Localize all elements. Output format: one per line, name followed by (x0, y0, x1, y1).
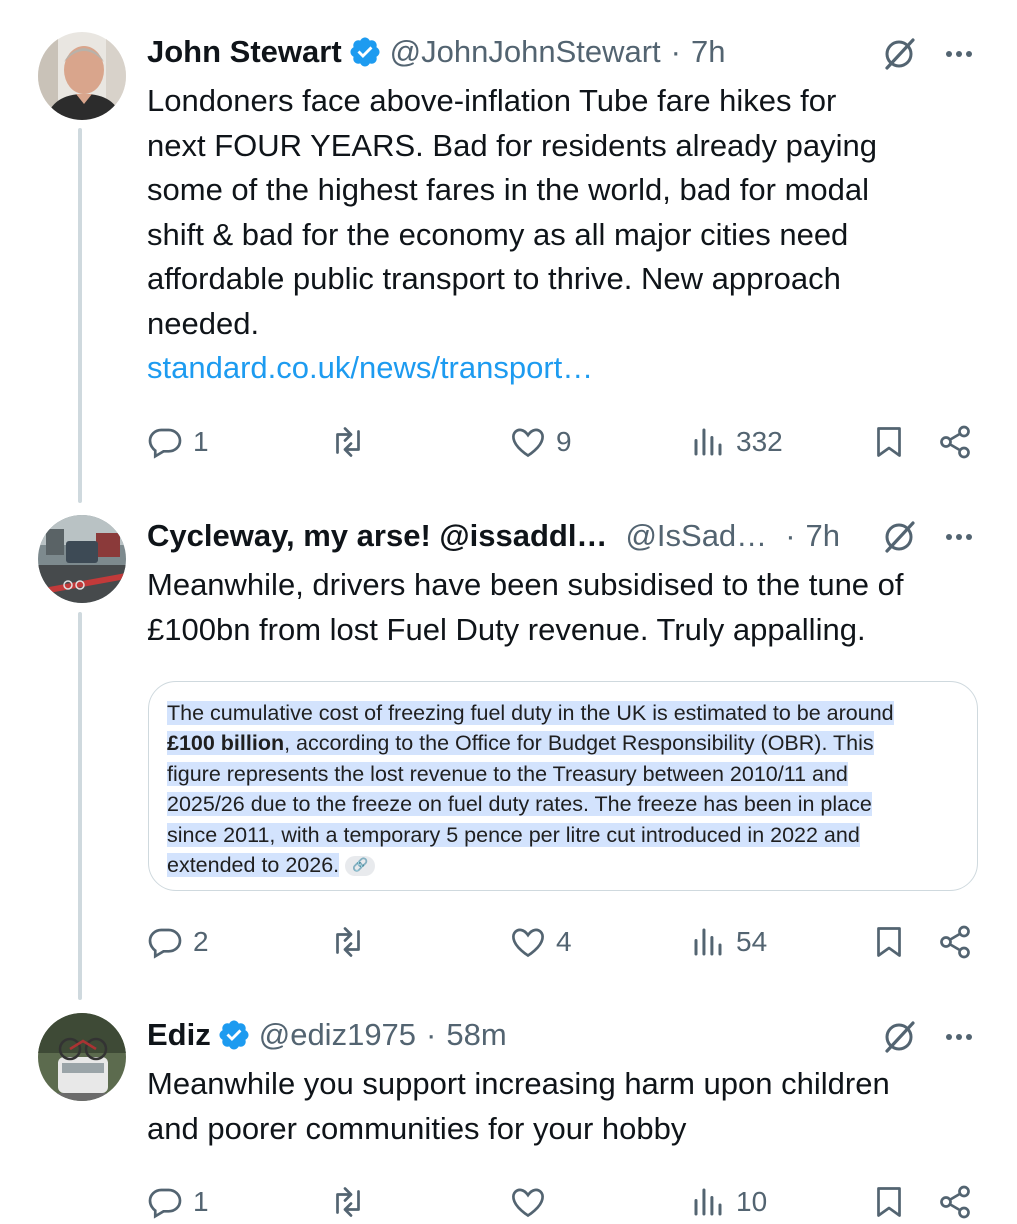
author-name[interactable]: Cycleway, my arse! @issaddl… (147, 518, 607, 554)
bookmark-button[interactable] (871, 1180, 917, 1224)
retweet-button[interactable] (330, 1180, 376, 1224)
tweet-text: Londoners face above-inflation Tube fare… (147, 79, 987, 391)
bookmark-icon (877, 927, 901, 957)
share-icon (940, 925, 970, 959)
tweet-text-line: affordable public transport to thrive. N… (147, 261, 841, 296)
tweet-text: Meanwhile, drivers have been subsidised … (147, 563, 987, 652)
tweet-header: Ediz @ediz1975 · 58m (147, 1012, 957, 1058)
reply-button[interactable]: 1 (147, 1180, 209, 1224)
tweet-text-line: shift & bad for the economy as all major… (147, 216, 849, 252)
views-icon (694, 1188, 722, 1216)
like-icon (512, 1188, 544, 1218)
action-bar: 1 9 332 (147, 420, 987, 464)
share-icon (940, 425, 970, 459)
more-icon[interactable] (941, 1019, 977, 1055)
reply-button[interactable]: 1 (147, 420, 209, 464)
more-icon[interactable] (941, 36, 977, 72)
retweet-button[interactable] (330, 420, 376, 464)
reply-icon (148, 428, 182, 459)
tweet-time[interactable]: 7h (691, 34, 725, 70)
like-count: 4 (556, 926, 572, 957)
bookmark-icon (877, 1187, 901, 1217)
action-bar: 2 4 54 (147, 920, 987, 964)
author-handle[interactable]: @ediz1975 (259, 1017, 416, 1053)
tweet-header: Cycleway, my arse! @issaddl… @IsSad… · 7… (147, 513, 957, 559)
bookmark-button[interactable] (871, 420, 917, 464)
like-button[interactable]: 4 (510, 920, 572, 964)
separator-dot: · (670, 34, 681, 69)
views-button[interactable]: 332 (690, 420, 783, 464)
reply-count: 1 (193, 426, 209, 457)
bookmark-button[interactable] (871, 920, 917, 964)
avatar[interactable] (38, 515, 126, 603)
verified-badge-icon (348, 35, 382, 69)
verified-badge-icon (217, 1018, 251, 1052)
grok-icon[interactable] (881, 519, 917, 555)
views-button[interactable]: 10 (690, 1180, 767, 1224)
tweet-time[interactable]: 7h (806, 518, 840, 554)
views-icon (694, 428, 722, 456)
quote-line: since 2011, with a temporary 5 pence per… (167, 822, 860, 847)
views-button[interactable]: 54 (690, 920, 767, 964)
views-count: 332 (736, 426, 783, 457)
retweet-icon (336, 1187, 360, 1217)
image-card[interactable]: The cumulative cost of freezing fuel dut… (148, 681, 978, 891)
quote-line: The cumulative cost of freezing fuel dut… (167, 701, 894, 725)
author-handle[interactable]: @IsSad… (625, 518, 767, 554)
grok-icon[interactable] (881, 1019, 917, 1055)
tweet-text-line: Londoners face above-inflation Tube fare… (147, 83, 837, 118)
more-icon[interactable] (941, 519, 977, 555)
share-button[interactable] (937, 1180, 983, 1224)
tweet-text: Meanwhile you support increasing harm up… (147, 1062, 987, 1151)
tweet-text-line: needed. (147, 305, 260, 341)
retweet-icon (336, 927, 360, 957)
share-button[interactable] (937, 420, 983, 464)
reply-icon (148, 1188, 182, 1219)
reply-button[interactable]: 2 (147, 920, 209, 964)
quote-line: extended to 2026. (167, 853, 340, 878)
share-button[interactable] (937, 920, 983, 964)
article-link[interactable]: standard.co.uk/news/transport… (147, 346, 987, 391)
separator-dot: · (426, 1017, 437, 1052)
bookmark-icon (877, 427, 901, 457)
tweet-text-line: Meanwhile you support increasing harm up… (147, 1066, 890, 1101)
reply-icon (148, 928, 182, 959)
like-icon (512, 428, 544, 458)
quote-bold: £100 billion (167, 731, 285, 756)
tweet-time[interactable]: 58m (446, 1017, 506, 1053)
author-name[interactable]: Ediz (147, 1017, 211, 1053)
thread-line (78, 128, 82, 503)
views-icon (694, 928, 722, 956)
grok-icon[interactable] (881, 36, 917, 72)
share-icon (940, 1185, 970, 1219)
author-handle[interactable]: @JohnJohnStewart (390, 34, 661, 70)
tweet-text-line: Meanwhile, drivers have been subsidised … (147, 567, 904, 602)
like-icon (512, 928, 544, 958)
author-name[interactable]: John Stewart (147, 34, 342, 70)
thread-line (78, 612, 82, 1000)
tweet-text-line: and poorer communities for your hobby (147, 1110, 687, 1146)
avatar[interactable] (38, 32, 126, 120)
tweet-text-line: some of the highest fares in the world, … (147, 172, 870, 207)
like-button[interactable]: 9 (510, 420, 572, 464)
views-count: 54 (736, 926, 768, 957)
retweet-icon (336, 427, 360, 457)
views-count: 10 (736, 1186, 768, 1217)
action-bar: 1 10 (147, 1180, 987, 1224)
tweet-header: John Stewart @JohnJohnStewart · 7h (147, 29, 957, 75)
reply-count: 1 (193, 1186, 209, 1217)
tweet-text-line: next FOUR YEARS. Bad for residents alrea… (147, 127, 877, 163)
like-count: 9 (556, 426, 572, 457)
like-button[interactable] (510, 1180, 556, 1224)
retweet-button[interactable] (330, 920, 376, 964)
quote-line: figure represents the lost revenue to th… (167, 761, 848, 786)
link-icon[interactable]: 🔗 (345, 856, 376, 877)
tweet-text-line: £100bn from lost Fuel Duty revenue. Trul… (147, 611, 866, 647)
avatar[interactable] (38, 1013, 126, 1101)
quote-line: , according to the Office for Budget Res… (284, 731, 874, 756)
quote-line: 2025/26 due to the freeze on fuel duty r… (167, 792, 872, 817)
separator-dot: · (785, 518, 796, 553)
reply-count: 2 (193, 926, 209, 957)
